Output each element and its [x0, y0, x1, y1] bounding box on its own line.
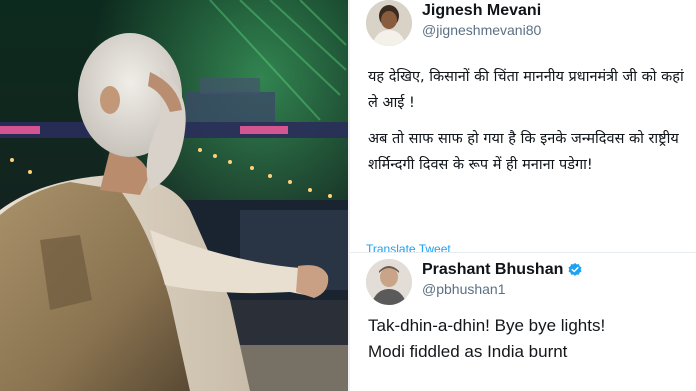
tweet-line: Modi fiddled as India burnt — [368, 342, 568, 361]
display-name-row: Prashant Bhushan — [422, 261, 583, 279]
user-handle[interactable]: @pbhushan1 — [422, 281, 583, 297]
avatar-icon — [366, 0, 412, 46]
screenshot-composite: Jignesh Mevani @jigneshmevani80 यह देखिए… — [0, 0, 696, 391]
verified-badge-icon — [568, 263, 582, 276]
display-name[interactable]: Prashant Bhushan — [422, 261, 563, 279]
tweet-text: यह देखिए, किसानों की चिंता माननीय प्रधान… — [368, 64, 684, 188]
avatar[interactable] — [366, 0, 412, 46]
user-handle[interactable]: @jigneshmevani80 — [422, 22, 541, 38]
tweet-jignesh[interactable]: Jignesh Mevani @jigneshmevani80 यह देखिए… — [350, 0, 696, 252]
tweet-header: Prashant Bhushan @pbhushan1 — [366, 259, 583, 305]
tweet-text: Tak-dhin-a-dhin! Bye bye lights! Modi fi… — [368, 313, 684, 365]
tweet-prashant[interactable]: Prashant Bhushan @pbhushan1 Tak-dhin-a-d… — [350, 252, 696, 391]
video-still-photo — [0, 0, 348, 391]
avatar-icon — [366, 259, 412, 305]
photo-illustration — [0, 0, 348, 391]
tweet-paragraph: अब तो साफ साफ हो गया है कि इनके जन्मदिवस… — [368, 131, 679, 173]
tweet-paragraph: यह देखिए, किसानों की चिंता माननीय प्रधान… — [368, 69, 684, 111]
tweet-header: Jignesh Mevani @jigneshmevani80 — [366, 0, 541, 46]
translate-tweet-link[interactable]: Translate Tweet — [366, 242, 451, 252]
display-name[interactable]: Jignesh Mevani — [422, 2, 541, 20]
tweet-line: Tak-dhin-a-dhin! Bye bye lights! — [368, 316, 606, 335]
avatar[interactable] — [366, 259, 412, 305]
